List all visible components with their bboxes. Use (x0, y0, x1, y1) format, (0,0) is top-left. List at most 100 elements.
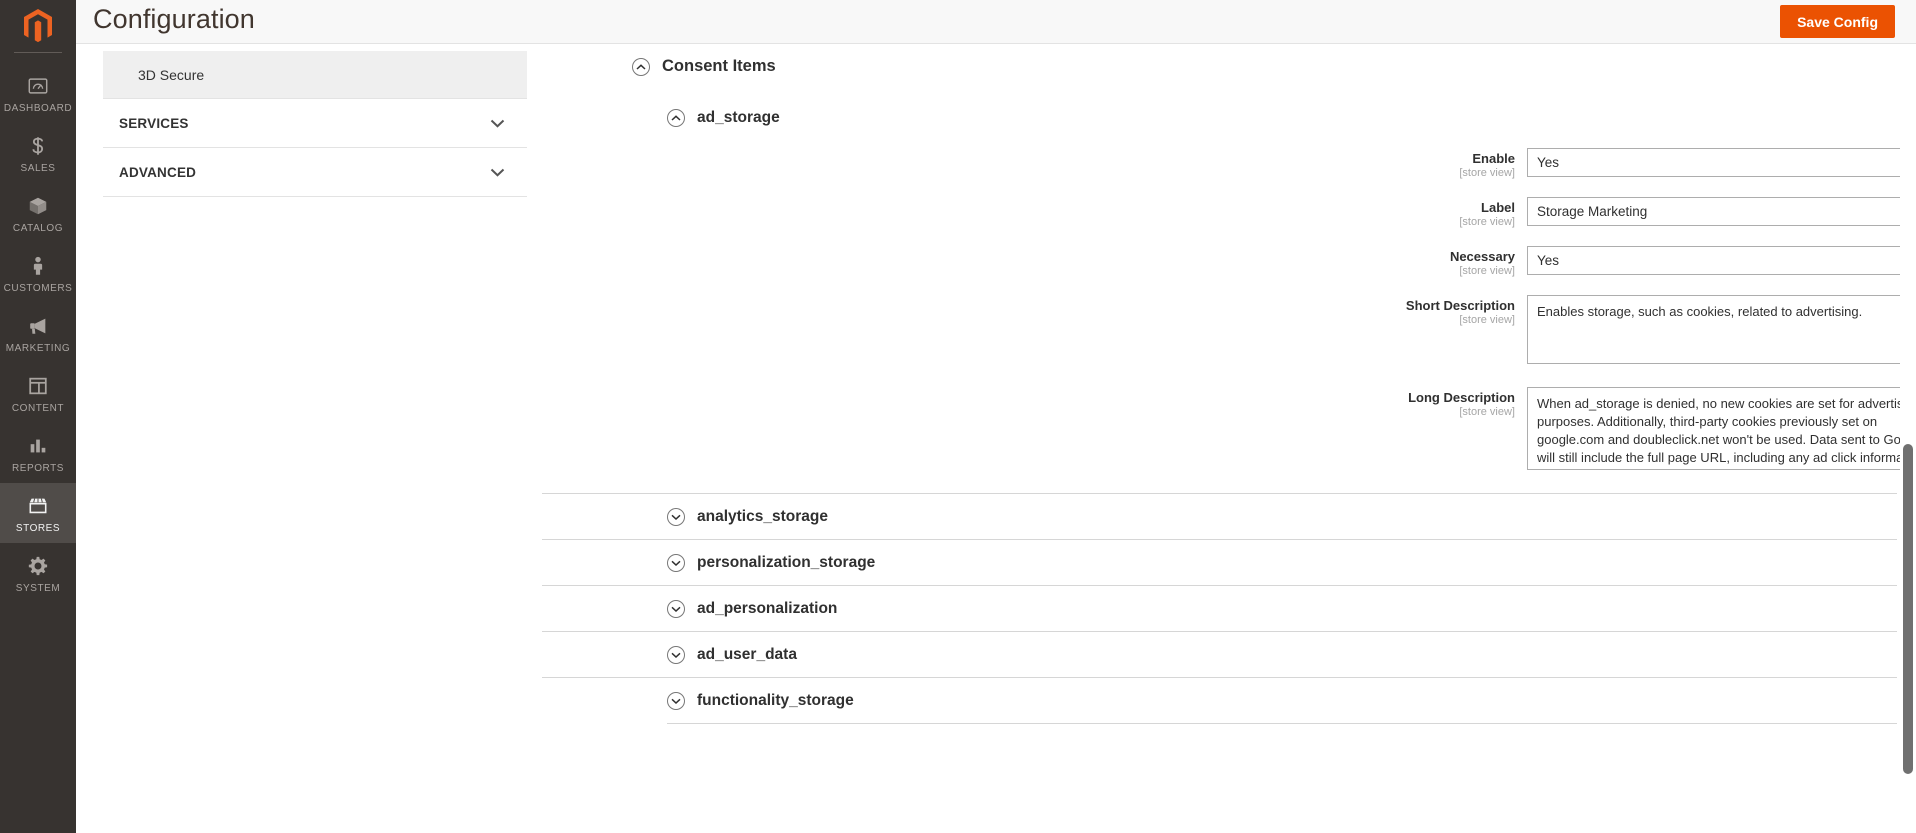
sidebar-item-customers[interactable]: Customers (0, 243, 76, 303)
config-nav-group-label: ADVANCED (119, 164, 197, 180)
config-nav-group-services[interactable]: SERVICES (103, 99, 527, 148)
circle-chevron-down-icon[interactable] (667, 553, 685, 572)
page-header: Configuration Save Config (76, 0, 1916, 44)
field-label-text: Necessary (1449, 249, 1515, 264)
sidebar-item-catalog[interactable]: Catalog (0, 183, 76, 243)
sidebar-item-dashboard[interactable]: Dashboard (0, 63, 76, 123)
sidebar-label-content: Content (11, 403, 65, 414)
chevron-down-icon (490, 166, 505, 179)
admin-page: Dashboard Sales Catalog (0, 0, 1916, 833)
circle-chevron-down-icon[interactable] (667, 599, 685, 618)
sidebar-label-stores: Stores (15, 523, 61, 534)
field-control-short-description: Enables storage, such as cookies, relate… (1527, 295, 1916, 369)
collapsed-consent-list: analytics_storage personalization_storag… (527, 493, 1897, 724)
field-label-short-description: Short Description [store view] (527, 295, 1527, 326)
field-scope-text: [store view] (1459, 265, 1515, 277)
save-config-button[interactable]: Save Config (1780, 5, 1895, 38)
sidebar-item-marketing[interactable]: Marketing (0, 303, 76, 363)
field-row-label: Label [store view] (527, 197, 1916, 228)
sidebar-label-system: System (15, 583, 61, 594)
config-nav-item-3d-secure[interactable]: 3D Secure (103, 51, 527, 99)
circle-chevron-down-icon[interactable] (667, 691, 685, 710)
bar-chart-icon (0, 433, 76, 459)
sidebar-item-content[interactable]: Content (0, 363, 76, 423)
short-description-textarea[interactable]: Enables storage, such as cookies, relate… (1527, 295, 1916, 364)
dollar-sign-icon (0, 133, 76, 159)
section-title: Consent Items (662, 57, 776, 75)
storefront-icon (0, 493, 76, 519)
field-row-enable: Enable [store view] Yes (527, 148, 1916, 179)
enable-select[interactable]: Yes (1527, 148, 1916, 177)
person-icon (0, 253, 76, 279)
subsection-header-ad-storage[interactable]: ad_storage (527, 76, 1897, 127)
sidebar-label-dashboard: Dashboard (3, 103, 73, 114)
layout-panels-icon (0, 373, 76, 399)
consent-row-title: personalization_storage (697, 553, 876, 571)
config-form: Consent Items ad_storage Enable [store v… (527, 44, 1916, 724)
field-row-long-description: Long Description [store view] When ad_st… (527, 387, 1916, 475)
consent-row-ad-personalization[interactable]: ad_personalization (542, 585, 1897, 631)
sidebar-label-customers: Customers (3, 283, 73, 294)
field-list: Enable [store view] Yes Label [store vie… (527, 127, 1916, 475)
sidebar-label-reports: Reports (11, 463, 64, 474)
config-section-nav: 3D Secure SERVICES ADVANCED (103, 51, 527, 197)
page-scrollbar[interactable] (1900, 44, 1916, 833)
subsection-title: ad_storage (697, 109, 780, 126)
config-nav-group-advanced[interactable]: ADVANCED (103, 148, 527, 197)
page-title: Configuration (93, 4, 255, 34)
field-scope-text: [store view] (1459, 406, 1515, 418)
megaphone-icon (0, 313, 76, 339)
consent-row-personalization-storage[interactable]: personalization_storage (542, 539, 1897, 585)
config-nav-group-label: SERVICES (119, 115, 189, 131)
consent-row-analytics-storage[interactable]: analytics_storage (542, 493, 1897, 539)
sidebar-item-system[interactable]: System (0, 543, 76, 603)
sidebar-item-stores[interactable]: Stores (0, 483, 76, 543)
circle-chevron-down-icon[interactable] (667, 507, 685, 526)
sidebar-item-reports[interactable]: Reports (0, 423, 76, 483)
necessary-select-value: Yes (1537, 253, 1560, 268)
necessary-select[interactable]: Yes (1527, 246, 1916, 275)
field-scope-text: [store view] (1459, 216, 1515, 228)
field-label-text: Long Description (1408, 390, 1515, 405)
consent-row-title: ad_personalization (697, 599, 838, 617)
scrollbar-thumb[interactable] (1903, 444, 1913, 774)
consent-row-functionality-storage[interactable]: functionality_storage (542, 677, 1897, 723)
field-label-text: Label (1481, 200, 1515, 215)
field-control-long-description: When ad_storage is denied, no new cookie… (1527, 387, 1916, 475)
sidebar-label-marketing: Marketing (5, 343, 71, 354)
consent-row-title: analytics_storage (697, 507, 828, 525)
consent-row-ad-user-data[interactable]: ad_user_data (542, 631, 1897, 677)
field-label-text: Short Description (1405, 298, 1515, 313)
circle-chevron-up-icon[interactable] (667, 109, 685, 127)
chevron-down-icon (490, 117, 505, 130)
dashboard-gauge-icon (0, 73, 76, 99)
enable-select-value: Yes (1537, 155, 1560, 170)
section-header-consent-items[interactable]: Consent Items (527, 44, 1897, 76)
field-row-short-description: Short Description [store view] Enables s… (527, 295, 1916, 369)
field-label-enable: Enable [store view] (527, 148, 1527, 179)
field-row-necessary: Necessary [store view] Yes (527, 246, 1916, 277)
gear-icon (0, 553, 76, 579)
sidebar-divider (14, 52, 62, 53)
field-label-label: Label [store view] (527, 197, 1527, 228)
field-control-necessary: Yes (1527, 246, 1916, 275)
long-description-textarea[interactable]: When ad_storage is denied, no new cookie… (1527, 387, 1916, 470)
sidebar-label-sales: Sales (20, 163, 56, 174)
field-label-long-description: Long Description [store view] (527, 387, 1527, 418)
admin-sidebar: Dashboard Sales Catalog (0, 0, 76, 833)
field-scope-text: [store view] (1459, 314, 1515, 326)
field-scope-text: [store view] (1459, 167, 1515, 179)
box-icon (0, 193, 76, 219)
magento-logo-icon (24, 9, 52, 43)
list-divider (667, 723, 1897, 724)
sidebar-item-sales[interactable]: Sales (0, 123, 76, 183)
field-label-necessary: Necessary [store view] (527, 246, 1527, 277)
field-control-label (1527, 197, 1916, 226)
consent-row-title: functionality_storage (697, 691, 854, 709)
magento-logo[interactable] (0, 0, 76, 52)
sidebar-label-catalog: Catalog (12, 223, 64, 234)
field-label-text: Enable (1472, 151, 1515, 166)
circle-chevron-down-icon[interactable] (667, 645, 685, 664)
label-input[interactable] (1527, 197, 1916, 226)
circle-chevron-up-icon[interactable] (632, 57, 650, 76)
